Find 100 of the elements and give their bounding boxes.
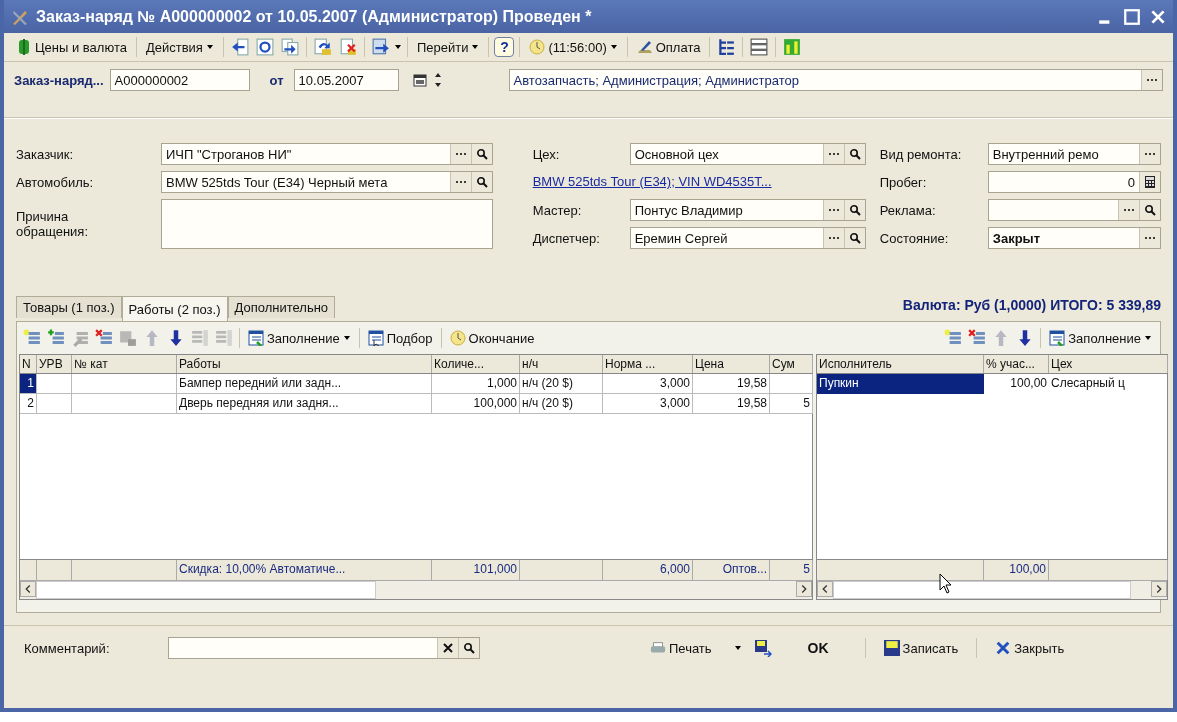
organization-field[interactable]: Автозапчасть; Администрация; Администратор [508,69,1163,91]
date-field[interactable]: 10.05.2007 [293,69,399,91]
scroll-right-icon[interactable] [1151,581,1167,597]
scroll-thumb[interactable] [36,581,376,599]
scroll-left-icon[interactable] [20,581,36,597]
search-button[interactable] [843,228,865,248]
car-link[interactable]: BMW 525tds Tour (E34); VIN WD4535T... [532,171,866,193]
search-button[interactable] [458,638,479,658]
select-button[interactable] [1139,144,1160,164]
select-button[interactable] [1139,228,1160,248]
column-header[interactable]: N [20,355,37,373]
tab[interactable]: Товары (1 поз.) [16,296,122,318]
ellipsis-icon [1123,208,1135,212]
save-button[interactable]: Записать [879,638,963,658]
column-header[interactable]: н/ч [520,355,603,373]
input-field[interactable]: Понтус Владимир [629,199,866,221]
document-swap-icon[interactable] [280,38,299,56]
fill-menu[interactable]: Заполнение [244,328,355,348]
close-icon [995,640,1012,656]
ellipsis-icon [827,152,840,156]
close-button[interactable]: Закрыть [991,638,1069,658]
search-button[interactable] [843,144,865,164]
floppy-arrow-icon[interactable] [753,639,772,657]
search-button[interactable] [470,144,492,164]
scroll-right-icon[interactable] [796,581,812,597]
list-add-icon[interactable] [944,329,963,347]
list-add-child-icon[interactable] [47,329,65,347]
list-add-icon[interactable] [23,329,41,347]
scrollbar[interactable] [817,580,1167,599]
fill-menu[interactable]: Заполнение [1045,328,1156,348]
input-field[interactable]: Еремин Сергей [629,227,866,249]
table-cell: 19,58 [693,374,770,394]
prices-button[interactable]: Цены и валюта [12,37,131,57]
table-cell: Дверь передняя или задня... [177,394,432,414]
goto-menu[interactable]: Перейти [412,37,484,57]
refresh-icon[interactable] [255,38,274,56]
input-field[interactable]: Основной цех [629,143,866,165]
memo-field[interactable] [161,199,493,249]
number-field[interactable]: A000000002 [109,69,250,91]
select-button[interactable] [1141,70,1162,90]
ok-button[interactable]: OK [785,638,851,658]
input-field[interactable]: BMW 525tds Tour (E34) Черный мета [161,171,493,193]
column-header[interactable]: Цена [693,355,770,373]
column-header[interactable]: Сум [770,355,813,373]
select-button[interactable] [449,144,471,164]
select-button[interactable] [449,172,471,192]
tree-icon[interactable] [717,38,736,56]
print-button[interactable]: Печать [646,638,716,658]
column-header[interactable]: Количе... [432,355,520,373]
document-delete-icon[interactable] [338,38,357,56]
select-button[interactable] [822,200,844,220]
input-field[interactable]: Внутренний ремо [987,143,1161,165]
caret-icon[interactable] [733,644,742,652]
document-arrow-icon [371,38,390,56]
ellipsis-icon [1146,78,1158,82]
actions-menu[interactable]: Действия [141,37,218,57]
select-button[interactable] [822,228,844,248]
column-header[interactable]: № кат [72,355,177,373]
column-header[interactable]: Норма ... [603,355,693,373]
table-cell: н/ч (20 $) [520,394,603,414]
tab[interactable]: Дополнительно [227,296,336,318]
column-header[interactable]: УРВ [37,355,72,373]
comment-field[interactable] [168,637,480,659]
clear-button[interactable] [437,638,458,658]
column-header[interactable]: Исполнитель [817,355,984,373]
column-header[interactable]: % учас... [984,355,1049,373]
document-label: Заказ-наряд... [14,72,104,88]
table-cell: 3,000 [603,394,693,414]
rows-icon[interactable] [750,38,769,56]
scroll-thumb[interactable] [833,581,1131,599]
maximize-button[interactable] [1123,7,1141,26]
document-arrow-icon[interactable] [313,38,332,56]
column-header[interactable]: Работы [177,355,432,373]
input-field[interactable]: 0 [987,171,1161,193]
column-header[interactable]: Цех [1049,355,1168,373]
scroll-left-icon[interactable] [817,581,833,597]
table-cell: 2 [20,394,37,414]
search-button[interactable] [843,200,865,220]
calculator-button[interactable] [1139,172,1160,192]
select-button[interactable] [822,144,844,164]
finish-button[interactable]: Окончание [445,328,539,348]
document-move-button[interactable] [369,38,402,56]
select-button[interactable] [1118,200,1139,220]
input-field[interactable]: Закрыт [987,227,1161,249]
arrow-left-icon[interactable] [230,38,249,56]
input-field[interactable] [987,199,1161,221]
scrollbar[interactable] [20,580,812,599]
pick-button[interactable]: Подбор [363,328,437,348]
search-button[interactable] [1139,200,1160,220]
search-button[interactable] [470,172,492,192]
payment-button[interactable]: Оплата [632,37,705,57]
list-delete-icon[interactable] [95,329,113,347]
calendar-icon[interactable] [412,73,427,87]
input-field[interactable]: ИЧП "Строганов НИ" [161,143,493,165]
time-menu[interactable]: (11:56:00) [525,37,622,57]
list-delete-icon[interactable] [968,329,987,347]
table-icon [248,330,264,346]
table-icon [1049,330,1066,346]
help-button[interactable]: ? [494,37,515,57]
tab[interactable]: Работы (2 поз.) [121,296,228,321]
